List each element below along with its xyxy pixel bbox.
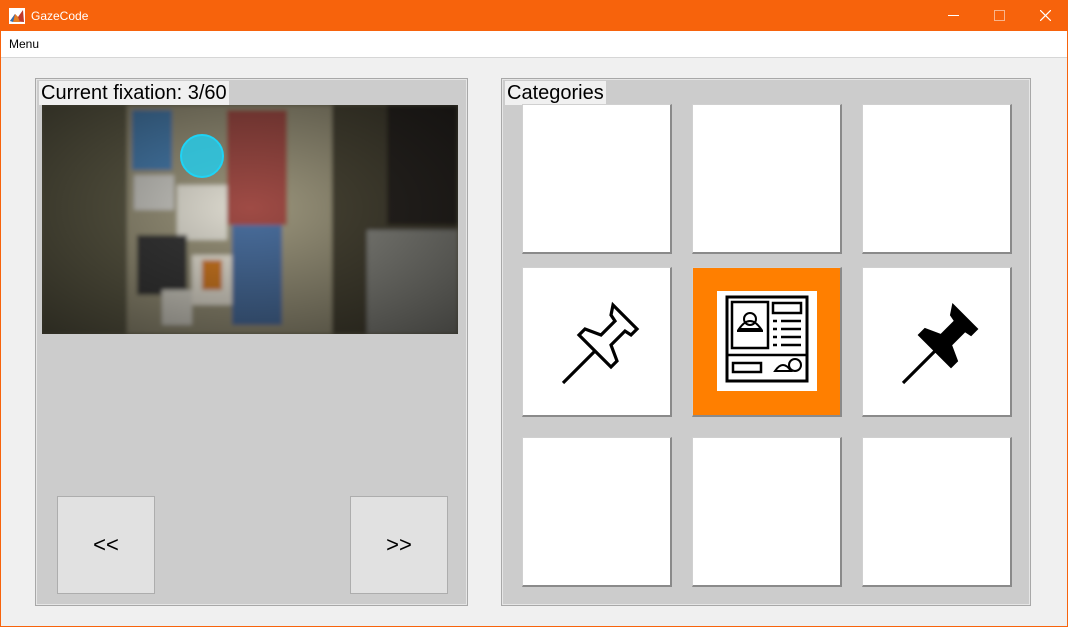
previous-fixation-button[interactable]: << [57,496,155,594]
category-tile-7[interactable] [522,437,672,587]
category-tile-9[interactable] [862,437,1012,587]
close-icon [1040,10,1051,21]
category-tile-3[interactable] [862,104,1012,254]
close-button[interactable] [1022,0,1068,31]
fixation-marker [180,134,224,178]
category-tile-6[interactable] [862,267,1012,417]
category-tile-8[interactable] [692,437,842,587]
pushpin-filled-icon [901,302,979,385]
category-tile-2[interactable] [692,104,842,254]
title-bar: GazeCode [0,0,1068,31]
menu-board-icon [725,295,809,383]
category-tile-5[interactable] [692,267,842,417]
next-fixation-button[interactable]: >> [350,496,448,594]
category-tile-1[interactable] [522,104,672,254]
scene-video-frame [42,105,458,334]
maximize-icon [994,10,1005,21]
maximize-button[interactable] [976,0,1022,31]
fixation-panel-title: Current fixation: 3/60 [39,81,229,105]
minimize-icon [948,15,959,16]
pushpin-outline-icon [561,301,640,385]
window-title: GazeCode [31,9,89,23]
menu-item-menu[interactable]: Menu [9,37,39,51]
category-tile-4[interactable] [522,267,672,417]
categories-panel-title: Categories [505,81,606,105]
matlab-icon [9,8,25,24]
menu-bar: Menu [0,31,1068,58]
minimize-button[interactable] [930,0,976,31]
